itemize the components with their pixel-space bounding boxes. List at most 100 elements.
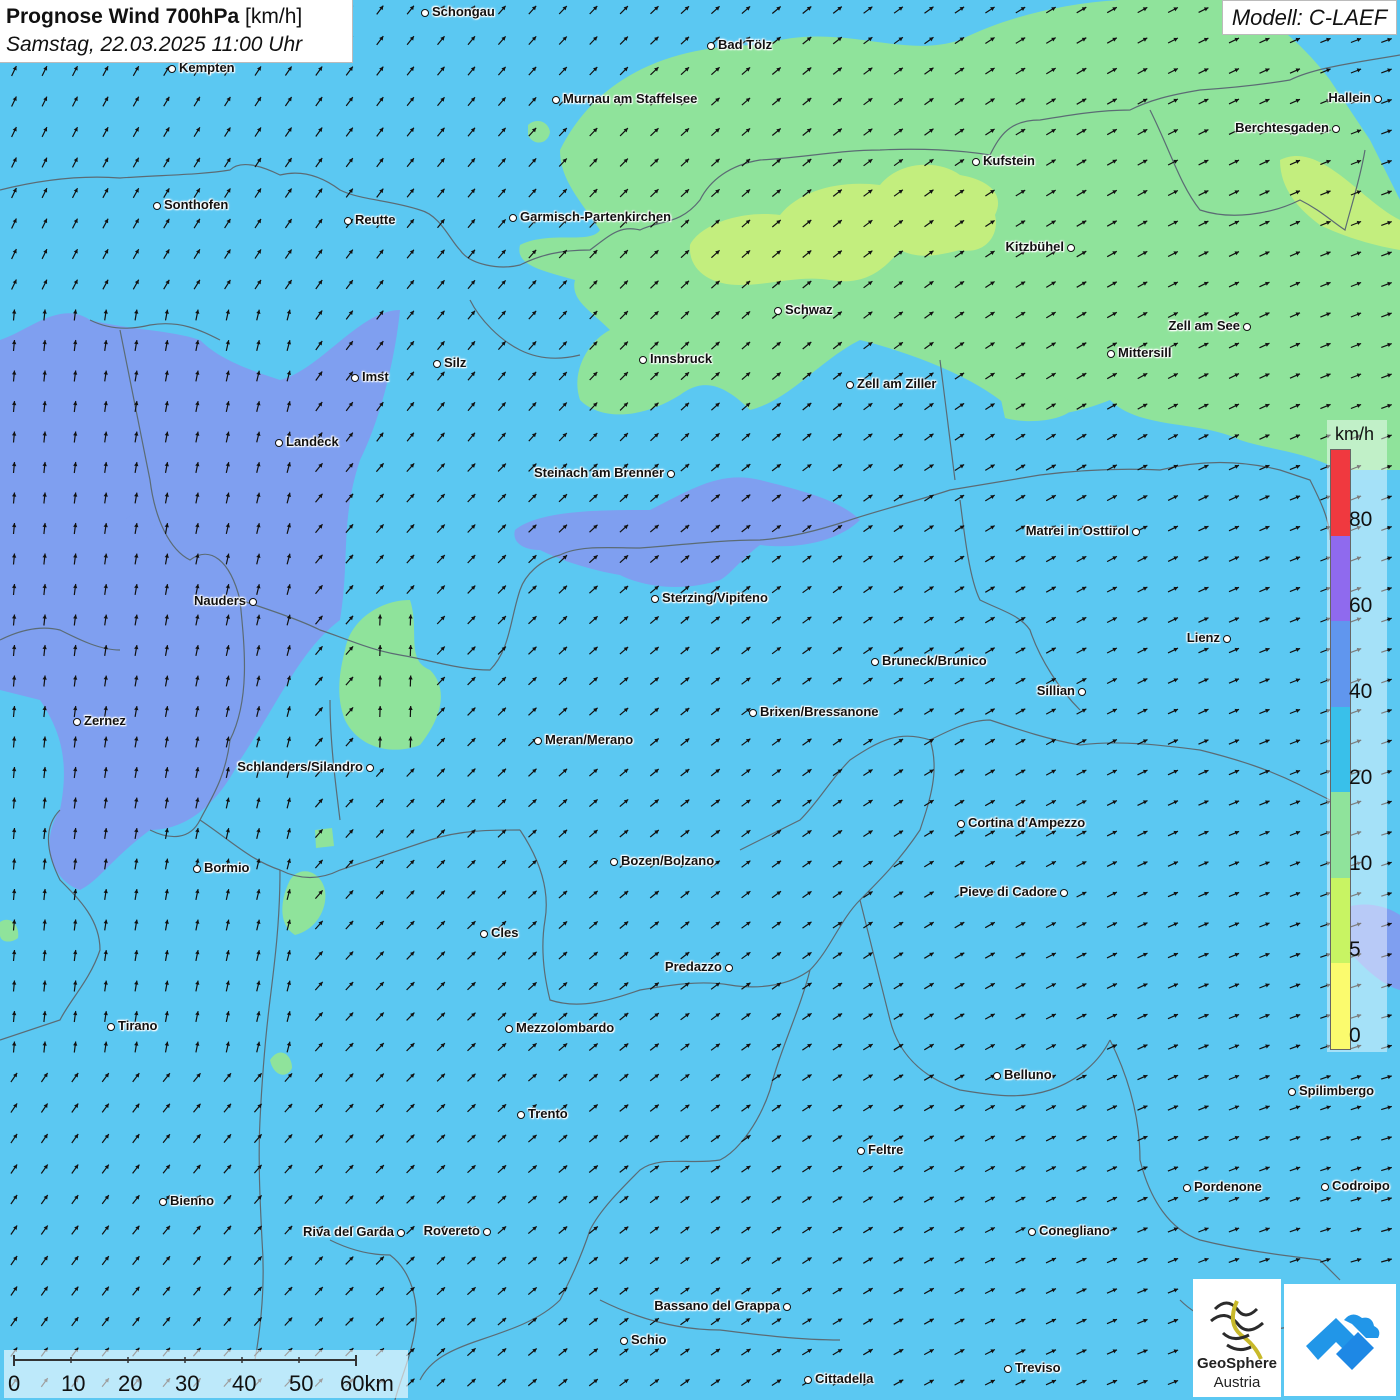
wind-arrow [1289,1105,1301,1111]
city-dot-icon [505,1025,513,1033]
wind-arrow [1228,983,1240,989]
wind-arrow [1015,1104,1026,1112]
wind-arrow [649,1287,660,1295]
wind-arrow [862,1135,874,1142]
city-label: Meran/Merano [545,732,634,747]
wind-arrow [345,310,354,320]
wind-arrow [893,433,904,441]
wind-arrow [375,584,385,595]
geosphere-austria-logo[interactable]: GeoSphere Austria [1193,1279,1281,1397]
scale-label: 0 [8,1371,21,1396]
wind-arrow [771,1165,782,1173]
wind-arrow [649,1378,660,1387]
wind-arrow [406,920,415,930]
wind-arrow [954,1196,965,1203]
wind-arrow [832,1348,843,1356]
wind-arrow [1137,1196,1148,1203]
wind-arrow [680,463,690,472]
wind-arrow [1045,738,1057,746]
wind-arrow [528,432,537,442]
wind-arrow [1015,1013,1026,1020]
city-label: Nauders [193,593,246,608]
wind-arrow [497,402,507,411]
wind-arrow [924,616,934,624]
wind-arrow [1259,1135,1270,1141]
wind-arrow [314,950,324,961]
wind-arrow [467,279,476,290]
wind-arrow [893,1226,904,1234]
wind-arrow [741,432,751,442]
wind-arrow [1106,1074,1118,1081]
wind-arrow [436,1347,446,1357]
wind-arrow [710,402,721,411]
city-label: Belluno [1004,1067,1052,1082]
wind-arrow [466,1286,477,1296]
wind-arrow [315,249,323,259]
city-label: Imst [362,369,389,384]
wind-arrow [132,1286,140,1296]
wind-arrow [467,493,476,503]
wind-arrow [1015,708,1026,715]
wind-arrow [1167,800,1179,806]
wind-arrow [1106,1105,1118,1111]
wind-arrow [163,126,170,138]
wind-arrow [256,980,261,992]
wind-arrow [71,1225,79,1235]
wind-arrow [406,981,415,991]
wind-arrow [162,1255,171,1266]
wind-arrow [315,340,323,351]
wind-arrow [1015,433,1026,441]
legend-colorbar [1330,449,1351,1050]
city-dot-icon [1028,1228,1036,1236]
wind-arrow [588,1012,599,1021]
city-dot-icon [1288,1088,1296,1096]
wind-arrow [11,157,17,168]
city-dot-icon [1321,1183,1329,1191]
wind-arrow [558,188,568,198]
wind-arrow [954,1257,965,1264]
wind-arrow [467,1195,476,1204]
city-label: Bienno [170,1193,215,1208]
wind-arrow [588,1104,599,1112]
wind-arrow [253,1164,263,1174]
legend-tick-label: 20 [1349,766,1373,789]
border-line [419,1299,561,1381]
city-dot-icon [804,1376,812,1384]
wind-arrow [558,768,568,777]
wind-arrow [1167,678,1179,684]
wind-arrow [1320,1197,1331,1202]
wind-arrow [254,249,262,259]
wind-arrow [406,1073,415,1082]
wind-arrow [406,523,415,534]
wind-arrow [1167,1379,1179,1386]
wind-arrow [101,1225,110,1235]
wind-arrow [1106,1288,1118,1294]
wind-arrow [588,951,599,960]
wind-arrow [436,554,446,564]
wind-arrow [832,494,843,502]
wind-arrow [558,1195,568,1204]
wind-arrow [527,1042,538,1052]
wind-arrow [437,310,445,320]
wind-arrow [923,1104,935,1112]
weather-app-logo[interactable] [1284,1284,1396,1396]
wind-arrow [1381,129,1392,135]
wind-arrow [1167,1135,1179,1142]
title-main: Prognose Wind 700hPa [6,5,240,28]
wind-arrow [345,981,354,991]
wind-arrow [466,1317,477,1326]
wind-arrow [12,949,17,962]
wind-arrow [619,1226,629,1234]
wind-arrow [710,1226,721,1234]
wind-arrow [437,188,445,198]
wind-arrow [771,768,782,777]
wind-arrow [771,799,782,807]
wind-arrow [528,707,537,716]
wind-arrow [680,1043,690,1051]
city-dot-icon [857,1147,865,1155]
wind-arrow [286,797,291,809]
wind-arrow [467,920,476,930]
scale-bar: 0 10 20 30 40 50 60km [4,1350,408,1398]
wind-arrow [466,1347,477,1357]
wind-arrow [1167,1257,1179,1264]
